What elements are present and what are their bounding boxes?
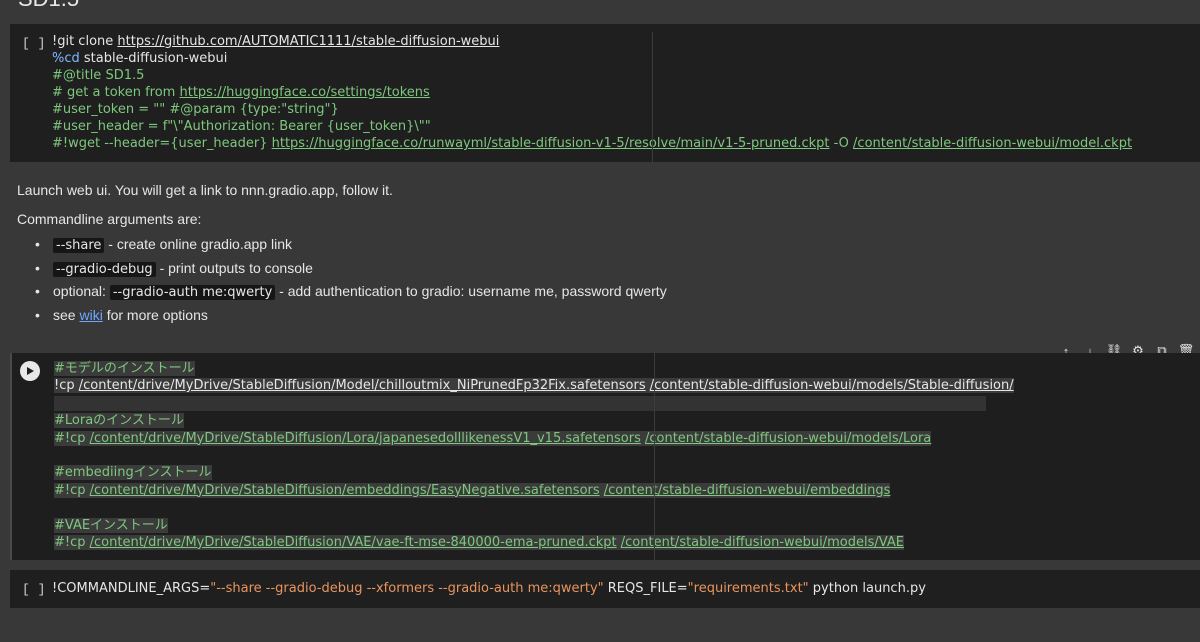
item-prefix: optional: — [53, 283, 110, 299]
code-line: #user_header = f"\"Authorization: Bearer… — [52, 118, 1132, 135]
code-link[interactable]: /content/stable-diffusion-webui/embeddin… — [603, 482, 891, 498]
code-line: #!wget --header={user_header} https://hu… — [52, 135, 1132, 152]
code-line — [54, 395, 1014, 412]
run-cell-button[interactable] — [20, 361, 40, 381]
code-line: #!cp /content/drive/MyDrive/StableDiffus… — [54, 430, 1014, 447]
code-link[interactable]: https://github.com/AUTOMATIC1111/stable-… — [117, 34, 499, 49]
code-token: #!wget --header={user_header} — [52, 136, 272, 151]
code-line: # get a token from https://huggingface.c… — [52, 84, 1132, 101]
code-token: python launch.py — [808, 581, 926, 596]
code-link[interactable]: /content/stable-diffusion-webui/models/S… — [649, 378, 1014, 394]
code-link[interactable]: /content/drive/MyDrive/StableDiffusion/V… — [89, 534, 617, 550]
item-text: - print outputs to console — [155, 259, 313, 276]
code-token: !COMMANDLINE_ARGS= — [52, 581, 211, 596]
list-item: --gradio-debug - print outputs to consol… — [17, 257, 667, 281]
code-token: #!cp — [54, 534, 90, 550]
ruler-line — [654, 353, 655, 560]
inline-code: --gradio-debug — [53, 261, 156, 277]
code-token: #user_token = "" #@param {type:"string"} — [52, 102, 339, 117]
code-token: stable-diffusion-webui — [79, 51, 228, 66]
code-token: !cp — [54, 378, 79, 394]
code-link[interactable]: /content/stable-diffusion-webui/model.ck… — [853, 136, 1132, 151]
item-text: - create online gradio.app link — [104, 236, 292, 252]
code-token: #!cp — [54, 430, 90, 446]
play-icon — [27, 367, 34, 375]
code-token: # get a token from — [52, 85, 180, 100]
code-line: %cd stable-diffusion-webui — [52, 50, 1132, 67]
wiki-link[interactable]: wiki — [79, 307, 102, 323]
code-line: !cp /content/drive/MyDrive/StableDiffusi… — [54, 377, 1014, 394]
inline-code: --share — [53, 238, 105, 253]
code-line: #embediingインストール — [54, 464, 1014, 481]
code-line: !git clone https://github.com/AUTOMATIC1… — [52, 33, 1132, 50]
inline-code: --gradio-auth me:qwerty — [109, 285, 276, 300]
code-editor[interactable]: !git clone https://github.com/AUTOMATIC1… — [52, 33, 1132, 152]
code-link[interactable]: /content/stable-diffusion-webui/models/V… — [620, 534, 904, 550]
code-line: #@title SD1.5 — [52, 67, 1132, 84]
args-paragraph: Commandline arguments are: — [17, 211, 202, 227]
code-editor[interactable]: #モデルのインストール !cp /content/drive/MyDrive/St… — [54, 360, 1014, 551]
list-item: --share - create online gradio.app link — [17, 233, 667, 257]
text-cell: Launch web ui. You will get a link to nn… — [17, 181, 667, 327]
section-heading: SD1.5 — [18, 0, 79, 12]
code-token: #モデルのインストール — [54, 361, 195, 376]
code-line: #Loraのインストール — [54, 412, 1014, 429]
code-cell-launch[interactable]: [ ] !COMMANDLINE_ARGS="--share --gradio-… — [10, 570, 1200, 608]
run-cell-button[interactable]: [ ] — [22, 582, 45, 597]
list-item: see wiki for more options — [17, 304, 667, 328]
code-token: "--share --gradio-debug --xformers --gra… — [210, 581, 604, 596]
args-list: --share - create online gradio.app link-… — [17, 233, 667, 327]
code-link[interactable]: /content/drive/MyDrive/StableDiffusion/L… — [89, 430, 641, 446]
code-token: #VAEインストール — [54, 517, 168, 533]
code-link[interactable]: https://huggingface.co/settings/tokens — [179, 85, 429, 100]
item-prefix: see — [53, 306, 80, 323]
code-link[interactable]: /content/drive/MyDrive/StableDiffusion/M… — [78, 378, 646, 394]
ruler-line — [652, 32, 653, 162]
list-item: optional: --gradio-auth me:qwerty - add … — [17, 280, 667, 304]
code-link[interactable]: https://huggingface.co/runwayml/stable-d… — [272, 136, 830, 151]
code-cell-install[interactable]: #モデルのインストール !cp /content/drive/MyDrive/St… — [10, 353, 1200, 560]
code-line: #VAEインストール — [54, 517, 1014, 534]
run-cell-button[interactable]: [ ] — [22, 36, 45, 51]
item-text: for more options — [102, 306, 208, 323]
code-line: #モデルのインストール — [54, 360, 1014, 377]
code-token: #@title SD1.5 — [52, 68, 145, 83]
code-link[interactable]: /content/stable-diffusion-webui/models/L… — [644, 430, 932, 446]
empty-line-highlight — [54, 395, 986, 411]
code-line: #user_token = "" #@param {type:"string"} — [52, 101, 1132, 118]
code-token: REQS_FILE= — [603, 581, 688, 596]
code-token: -O — [829, 136, 854, 151]
code-token: #!cp — [54, 482, 90, 498]
code-token: !git clone — [52, 34, 118, 49]
code-line: #!cp /content/drive/MyDrive/StableDiffus… — [54, 482, 1014, 499]
item-text: - add authentication to gradio: username… — [275, 283, 667, 299]
code-editor[interactable]: !COMMANDLINE_ARGS="--share --gradio-debu… — [52, 580, 926, 597]
code-line: #!cp /content/drive/MyDrive/StableDiffus… — [54, 534, 1014, 551]
code-token: #embediingインストール — [54, 465, 212, 481]
launch-paragraph: Launch web ui. You will get a link to nn… — [17, 182, 393, 198]
code-token: "requirements.txt" — [687, 581, 809, 596]
code-token: %cd — [52, 51, 80, 66]
code-link[interactable]: /content/drive/MyDrive/StableDiffusion/e… — [89, 482, 600, 498]
code-token: #Loraのインストール — [54, 413, 184, 429]
code-token: #user_header = f"\"Authorization: Bearer… — [52, 119, 431, 134]
code-cell-clone[interactable]: [ ] !git clone https://github.com/AUTOMA… — [10, 24, 1200, 162]
